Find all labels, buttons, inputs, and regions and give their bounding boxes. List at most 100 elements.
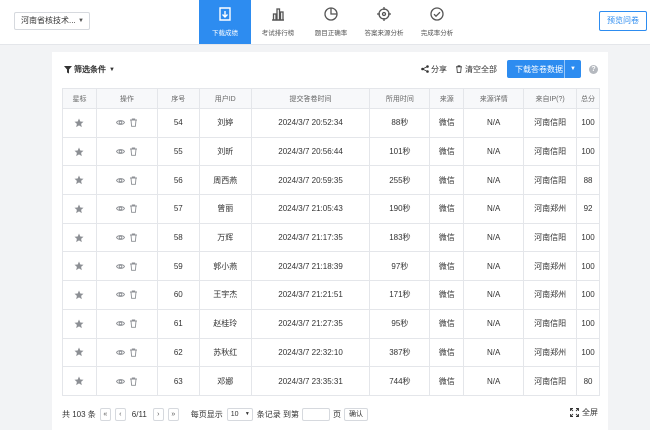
star-icon[interactable] bbox=[74, 290, 84, 300]
trash-icon[interactable] bbox=[129, 290, 138, 300]
cell-score: 100 bbox=[577, 281, 601, 309]
preview-survey-button[interactable]: 预览问卷 bbox=[599, 11, 647, 31]
operation-cell bbox=[97, 338, 158, 367]
cell-duration: 183秒 bbox=[370, 223, 431, 252]
cell-user: 郭小燕 bbox=[200, 252, 252, 281]
star-icon[interactable] bbox=[74, 147, 84, 157]
first-page-button[interactable]: « bbox=[99, 407, 111, 421]
cell-detail: N/A bbox=[464, 338, 525, 367]
view-icon[interactable] bbox=[115, 319, 125, 328]
clear-all-button[interactable]: 清空全部 bbox=[455, 64, 497, 75]
jump-page-input[interactable] bbox=[302, 407, 331, 421]
cell-ip: 河南信阳 bbox=[524, 137, 578, 166]
cell-user: 周西燕 bbox=[200, 166, 252, 195]
view-icon[interactable] bbox=[115, 233, 125, 242]
fullscreen-button[interactable]: 全屏 bbox=[570, 407, 598, 418]
column-header[interactable]: 序号 bbox=[158, 89, 200, 108]
top-bar: 河南省核技术... ▼ 下载成绩 考试排行榜 题目正确率 答案来源分析 完成率分… bbox=[0, 0, 650, 45]
cell-user: 赵桂玲 bbox=[200, 309, 252, 338]
column-header[interactable]: 来源 bbox=[430, 89, 465, 108]
star-icon[interactable] bbox=[74, 233, 84, 243]
cell-detail: N/A bbox=[464, 309, 525, 338]
cell-ip: 河南信阳 bbox=[524, 367, 578, 395]
cell-seq: 57 bbox=[158, 195, 200, 223]
cell-duration: 88秒 bbox=[370, 109, 431, 137]
tab-download-scores[interactable]: 下载成绩 bbox=[199, 0, 251, 44]
toolbar-actions: 分享 清空全部 下载答卷数据 ▼ ? bbox=[413, 60, 598, 78]
cell-time: 2024/3/7 21:27:35 bbox=[252, 309, 371, 338]
trash-icon[interactable] bbox=[129, 147, 138, 156]
trash-icon[interactable] bbox=[129, 348, 138, 357]
cell-time: 2024/3/7 21:21:51 bbox=[252, 281, 371, 309]
column-header[interactable]: 所用时间 bbox=[370, 89, 431, 108]
cell-ip: 河南郑州 bbox=[524, 195, 578, 223]
caret-down-icon: ▼ bbox=[109, 66, 115, 73]
table-row: 57 曾丽 2024/3/7 21:05:43 190秒 微信 N/A 河南郑州 92 bbox=[63, 195, 601, 224]
clear-all-label: 清空全部 bbox=[465, 64, 497, 74]
fullscreen-icon bbox=[570, 408, 579, 417]
share-label: 分享 bbox=[431, 64, 447, 74]
cell-score: 100 bbox=[577, 309, 601, 338]
trash-icon[interactable] bbox=[129, 204, 138, 214]
column-header: 操作 bbox=[97, 89, 158, 108]
view-icon[interactable] bbox=[115, 147, 125, 156]
view-icon[interactable] bbox=[115, 262, 125, 271]
last-page-button[interactable]: » bbox=[167, 407, 179, 421]
operation-cell bbox=[97, 223, 158, 252]
trash-icon[interactable] bbox=[129, 233, 138, 242]
page-size-select[interactable]: 10 ▼ bbox=[226, 407, 253, 421]
cell-source: 微信 bbox=[430, 309, 465, 338]
view-icon[interactable] bbox=[115, 204, 125, 213]
cell-detail: N/A bbox=[464, 137, 525, 166]
star-icon[interactable] bbox=[74, 118, 84, 128]
download-answers-button[interactable]: 下载答卷数据 ▼ bbox=[507, 60, 581, 78]
operation-cell bbox=[97, 166, 158, 195]
tab-exam-ranking[interactable]: 考试排行榜 bbox=[251, 0, 305, 44]
column-header[interactable]: 来源详情 bbox=[464, 89, 525, 108]
share-button[interactable]: 分享 bbox=[421, 64, 447, 75]
trash-icon[interactable] bbox=[129, 118, 138, 128]
trash-icon[interactable] bbox=[129, 176, 138, 185]
cell-time: 2024/3/7 20:59:35 bbox=[252, 166, 371, 195]
pagination: 共 103 条 « ‹ 6/11 › » 每页显示 10 ▼ 条记录 到第 页 … bbox=[62, 404, 600, 424]
star-icon[interactable] bbox=[74, 319, 84, 329]
trash-icon[interactable] bbox=[129, 377, 138, 386]
cell-score: 100 bbox=[577, 338, 601, 367]
star-icon[interactable] bbox=[74, 261, 84, 271]
view-icon[interactable] bbox=[115, 290, 125, 299]
help-icon[interactable]: ? bbox=[589, 64, 598, 74]
caret-down-icon: ▼ bbox=[244, 410, 250, 417]
next-page-button[interactable]: › bbox=[152, 407, 164, 421]
column-header[interactable]: 星标 bbox=[63, 89, 97, 108]
view-icon[interactable] bbox=[115, 118, 125, 127]
cell-detail: N/A bbox=[464, 252, 525, 281]
star-icon[interactable] bbox=[74, 175, 84, 185]
cell-detail: N/A bbox=[464, 367, 525, 395]
filter-conditions[interactable]: 筛选条件 ▼ bbox=[64, 64, 115, 75]
view-icon[interactable] bbox=[115, 176, 125, 185]
column-header[interactable]: 提交答卷时间 bbox=[252, 89, 371, 108]
confirm-jump-button[interactable]: 确认 bbox=[344, 407, 369, 421]
caret-down-icon[interactable]: ▼ bbox=[564, 60, 581, 78]
trash-icon[interactable] bbox=[129, 319, 138, 328]
tab-question-accuracy[interactable]: 题目正确率 bbox=[305, 0, 357, 44]
cell-source: 微信 bbox=[430, 338, 465, 367]
star-icon[interactable] bbox=[74, 376, 84, 386]
star-cell bbox=[63, 252, 97, 281]
star-icon[interactable] bbox=[74, 204, 84, 214]
operation-cell bbox=[97, 309, 158, 338]
cell-source: 微信 bbox=[430, 109, 465, 137]
tab-completion-rate[interactable]: 完成率分析 bbox=[411, 0, 463, 44]
survey-select[interactable]: 河南省核技术... ▼ bbox=[14, 12, 90, 30]
answers-table: 星标 操作 序号 用户ID 提交答卷时间 所用时间 来源 来源详情 来自IP(?… bbox=[62, 88, 601, 396]
column-header[interactable]: 总分 bbox=[577, 89, 601, 108]
column-header[interactable]: 来自IP(?) bbox=[524, 89, 578, 108]
trash-icon[interactable] bbox=[129, 262, 138, 271]
tab-answer-source[interactable]: 答案来源分析 bbox=[357, 0, 411, 44]
view-icon[interactable] bbox=[115, 377, 125, 386]
records-label: 条记录 到第 bbox=[256, 409, 300, 419]
view-icon[interactable] bbox=[115, 348, 125, 357]
prev-page-button[interactable]: ‹ bbox=[114, 407, 126, 421]
column-header[interactable]: 用户ID bbox=[200, 89, 252, 108]
star-icon[interactable] bbox=[74, 347, 84, 357]
